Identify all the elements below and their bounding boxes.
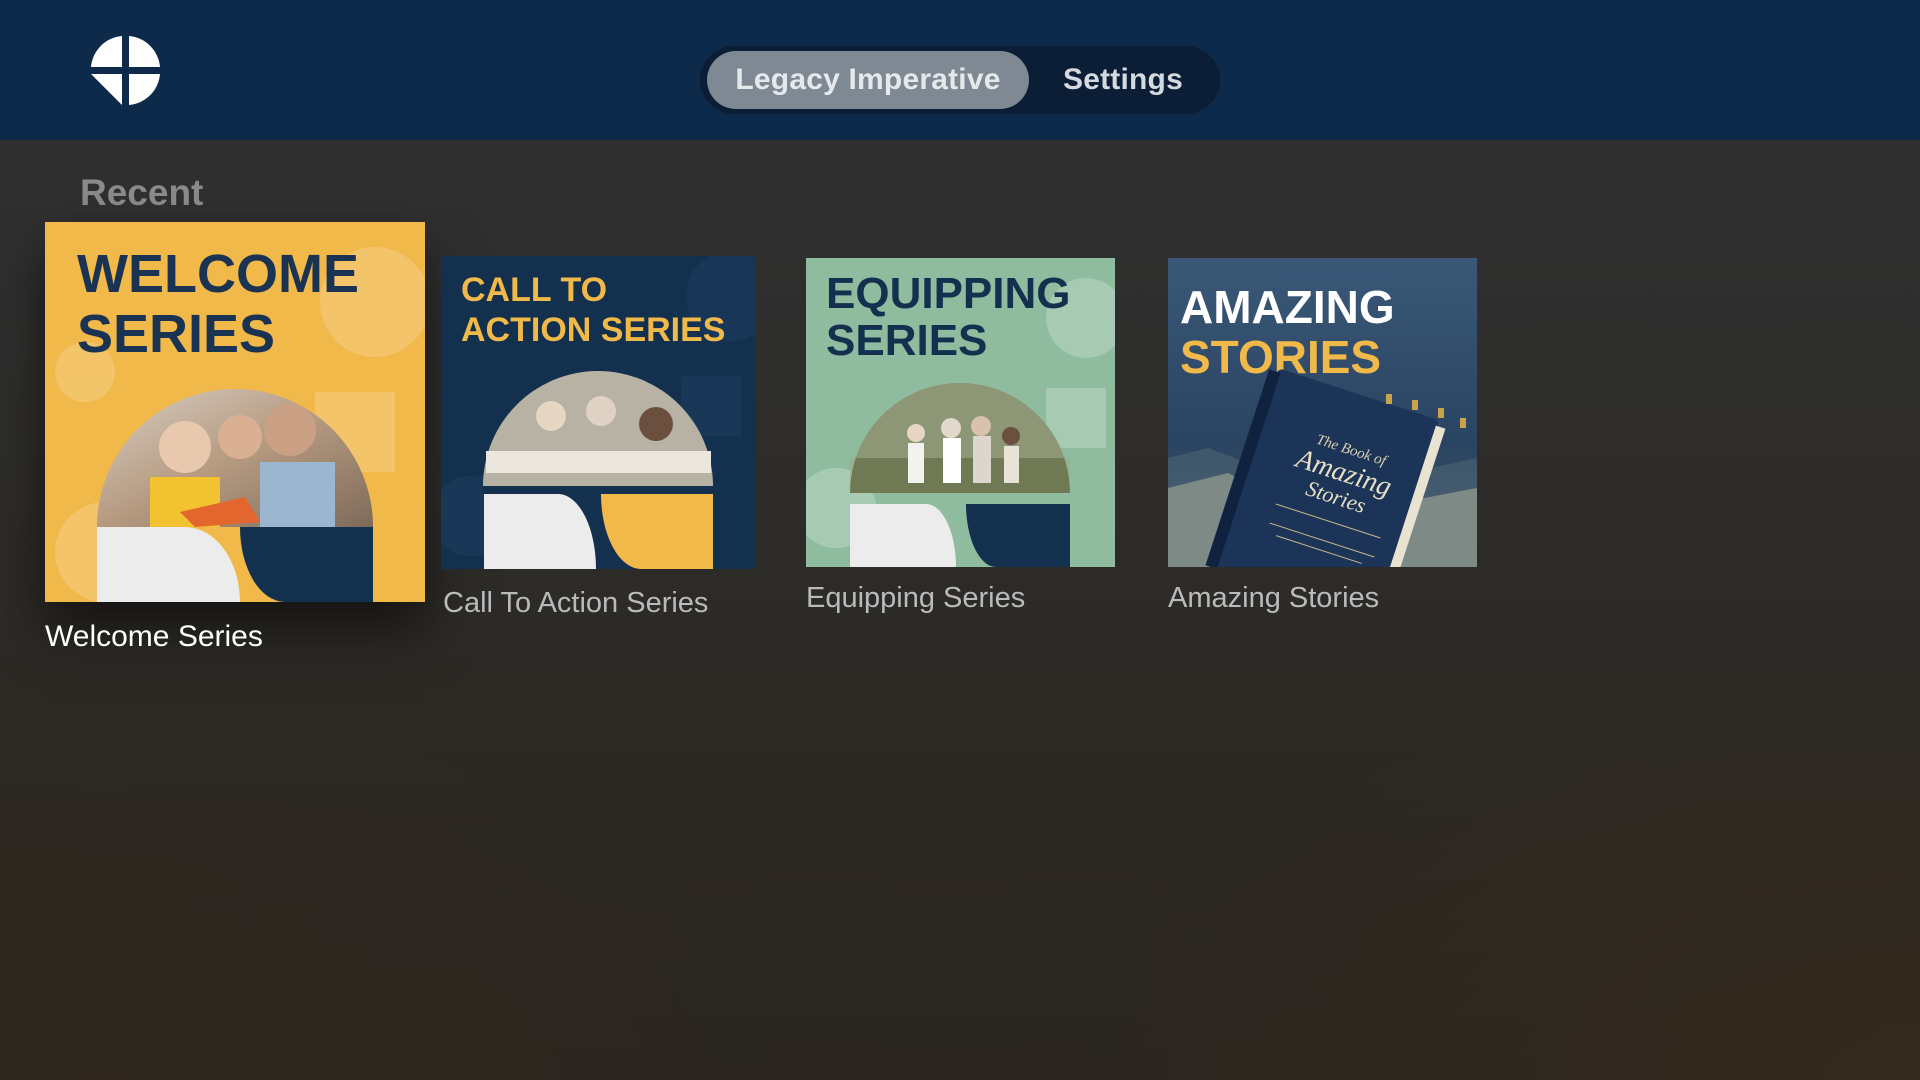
series-card-label: Equipping Series	[806, 582, 1026, 614]
art-title-line-2: SERIES	[77, 304, 275, 364]
series-card-label: Welcome Series	[45, 620, 263, 653]
art-title-line-1: CALL TO	[461, 271, 607, 309]
series-card-call-to-action[interactable]: CALL TO ACTION SERIES Call To Action Ser…	[441, 256, 755, 626]
welcome-series-artwork: WELCOME SERIES	[45, 222, 425, 602]
section-title-recent: Recent	[80, 172, 204, 213]
art-title-line-2: ACTION SERIES	[461, 311, 725, 349]
call-to-action-series-artwork: CALL TO ACTION SERIES	[441, 256, 755, 569]
tab-settings[interactable]: Settings	[1033, 51, 1213, 109]
series-card-label: Amazing Stories	[1168, 582, 1380, 614]
amazing-stories-artwork: AMAZING STORIES The Book of Amazing Stor…	[1168, 258, 1477, 567]
series-card-amazing-stories[interactable]: AMAZING STORIES The Book of Amazing Stor…	[1168, 258, 1478, 624]
series-card-welcome[interactable]: WELCOME SERIES Welcome Series	[45, 222, 425, 662]
equipping-series-artwork: EQUIPPING SERIES	[806, 258, 1115, 567]
tab-legacy-imperative[interactable]: Legacy Imperative	[707, 51, 1029, 109]
art-title-line-1: AMAZING	[1180, 281, 1395, 333]
tab-bar: Legacy Imperative Settings	[700, 46, 1220, 114]
art-title-line-2: SERIES	[826, 316, 987, 365]
art-title-line-1: EQUIPPING	[826, 269, 1071, 318]
top-navigation-bar: Legacy Imperative Settings	[0, 0, 1920, 140]
series-card-label: Call To Action Series	[443, 587, 709, 619]
series-card-equipping[interactable]: EQUIPPING SERIES Equipping Series	[806, 258, 1116, 624]
art-title-line-1: WELCOME	[77, 244, 359, 304]
cross-quadrant-logo-icon	[89, 34, 162, 107]
